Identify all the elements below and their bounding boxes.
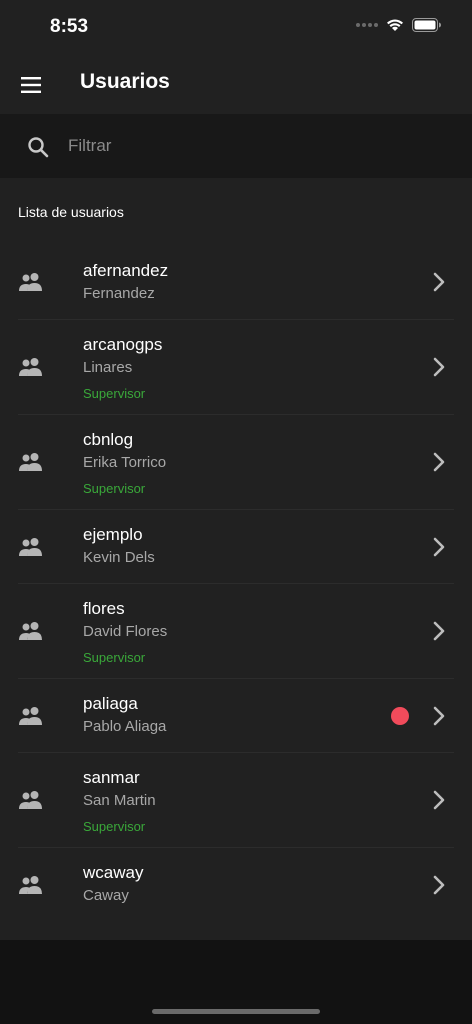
page-title: Usuarios bbox=[80, 70, 170, 93]
username: ejemplo bbox=[83, 525, 143, 544]
user-fullname: David Flores bbox=[83, 623, 168, 640]
search-bar bbox=[0, 114, 472, 178]
group-icon bbox=[19, 791, 42, 809]
chevron-right-icon[interactable] bbox=[432, 621, 446, 641]
user-fullname: Pablo Aliaga bbox=[83, 718, 167, 735]
group-icon bbox=[19, 876, 42, 894]
role-label: Supervisor bbox=[83, 386, 146, 401]
role-label: Supervisor bbox=[83, 481, 146, 496]
chevron-right-icon[interactable] bbox=[432, 706, 446, 726]
battery-icon bbox=[412, 18, 441, 32]
chevron-right-icon[interactable] bbox=[432, 452, 446, 472]
chevron-right-icon[interactable] bbox=[432, 272, 446, 292]
chevron-right-icon[interactable] bbox=[432, 357, 446, 377]
bottom-safe-area bbox=[0, 940, 472, 1024]
chevron-right-icon[interactable] bbox=[432, 790, 446, 810]
search-icon bbox=[28, 137, 49, 158]
group-icon bbox=[19, 273, 42, 291]
user-fullname: Fernandez bbox=[83, 285, 155, 302]
section-header: Lista de usuarios bbox=[18, 204, 124, 220]
username: arcanogps bbox=[83, 335, 163, 354]
list-item[interactable]: wcaway Caway bbox=[0, 848, 472, 922]
role-label: Supervisor bbox=[83, 650, 146, 665]
username: sanmar bbox=[83, 768, 140, 787]
username: afernandez bbox=[83, 261, 169, 280]
status-time: 8:53 bbox=[50, 16, 89, 37]
group-icon bbox=[19, 358, 42, 376]
user-fullname: San Martin bbox=[83, 792, 156, 809]
online-status-dot bbox=[391, 707, 409, 725]
group-icon bbox=[19, 622, 42, 640]
chevron-right-icon[interactable] bbox=[432, 537, 446, 557]
menu-icon[interactable] bbox=[18, 72, 44, 98]
username: cbnlog bbox=[83, 430, 134, 449]
user-fullname: Kevin Dels bbox=[83, 549, 155, 566]
chevron-right-icon[interactable] bbox=[432, 875, 446, 895]
group-icon bbox=[19, 538, 42, 556]
user-fullname: Caway bbox=[83, 887, 129, 904]
username: flores bbox=[83, 599, 125, 618]
status-bar: 8:53 bbox=[0, 0, 472, 56]
list-item[interactable]: sanmar San Martin Supervisor bbox=[0, 753, 472, 848]
status-icons bbox=[356, 18, 442, 32]
username: paliaga bbox=[83, 694, 138, 713]
group-icon bbox=[19, 453, 42, 471]
home-indicator[interactable] bbox=[152, 1009, 320, 1014]
wifi-icon bbox=[387, 19, 403, 31]
signal-icon bbox=[356, 23, 378, 27]
username: wcaway bbox=[83, 863, 144, 882]
app-bar: Usuarios bbox=[0, 56, 472, 114]
list-item[interactable]: cbnlog Erika Torrico Supervisor bbox=[0, 415, 472, 510]
user-fullname: Erika Torrico bbox=[83, 454, 167, 471]
user-fullname: Linares bbox=[83, 359, 133, 376]
search-input[interactable] bbox=[68, 132, 448, 160]
group-icon bbox=[19, 707, 42, 725]
list-item[interactable]: ejemplo Kevin Dels bbox=[0, 510, 472, 584]
list-item[interactable]: paliaga Pablo Aliaga bbox=[0, 679, 472, 753]
list-item[interactable]: flores David Flores Supervisor bbox=[0, 584, 472, 679]
list-item[interactable]: arcanogps Linares Supervisor bbox=[0, 320, 472, 415]
list-item[interactable]: afernandez Fernandez bbox=[0, 244, 472, 320]
role-label: Supervisor bbox=[83, 819, 146, 834]
